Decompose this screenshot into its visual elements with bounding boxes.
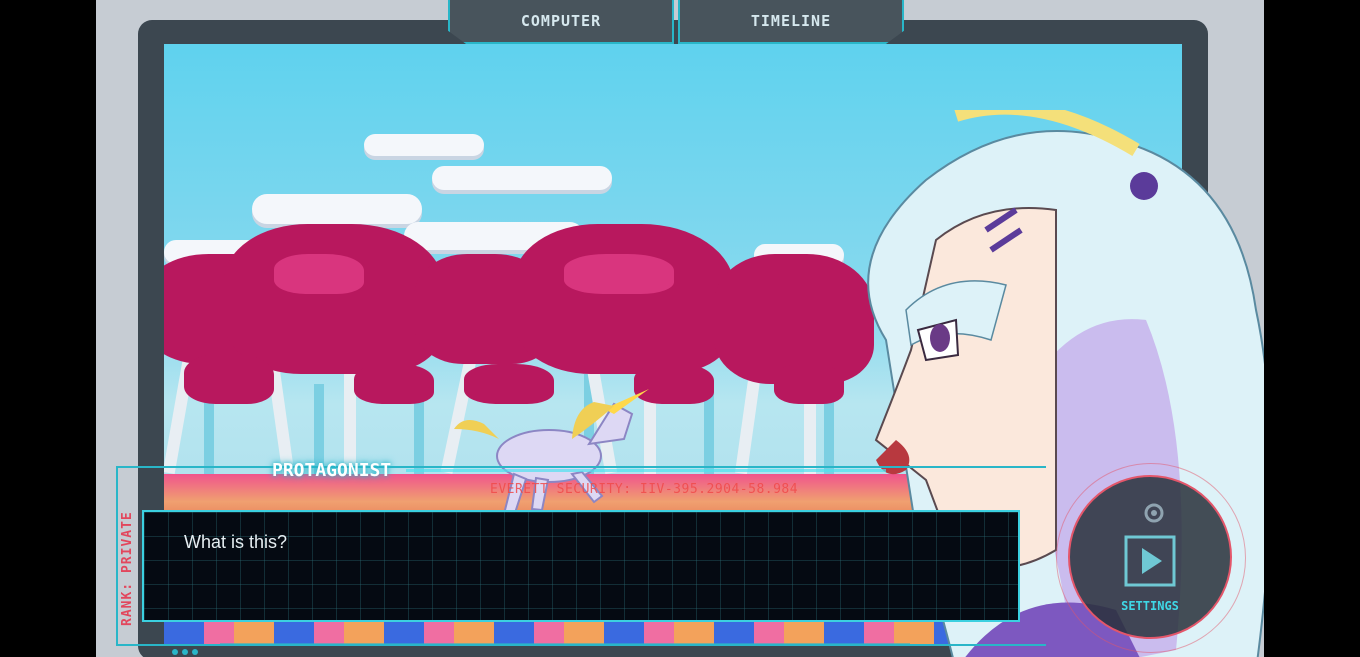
cloud [252,194,422,224]
gear-icon [1144,503,1164,523]
cloud [364,134,484,156]
security-readout: EVERETT SECURITY: IIV-395.2904-58.984 [490,482,799,497]
settings-label: SETTINGS [1121,599,1179,613]
tree-canopy [274,254,364,294]
game-viewport: COMPUTER TIMELINE RANK: PRIVATE PROTAGON… [96,0,1264,657]
letterbox-right [1264,0,1360,657]
top-tab-bar: COMPUTER TIMELINE [448,0,912,46]
tab-computer[interactable]: COMPUTER [448,0,674,44]
tree-canopy [354,364,434,404]
tab-timeline[interactable]: TIMELINE [678,0,904,44]
speaker-name: PROTAGONIST [272,460,392,481]
speaker-underline [406,469,886,472]
cloud [432,166,612,190]
page-dots [172,640,202,657]
frame-line [220,643,910,645]
rank-label: RANK: PRIVATE [120,511,135,626]
tree-canopy [224,224,444,374]
settings-button[interactable]: SETTINGS [1056,463,1246,653]
letterbox-left [0,0,96,657]
tree-canopy [514,224,734,374]
tree-canopy [564,254,674,294]
tree-canopy [184,354,274,404]
dialogue-text: What is this? [184,532,288,552]
play-icon [1124,535,1176,587]
dialogue-box[interactable]: What is this? [142,510,1020,622]
